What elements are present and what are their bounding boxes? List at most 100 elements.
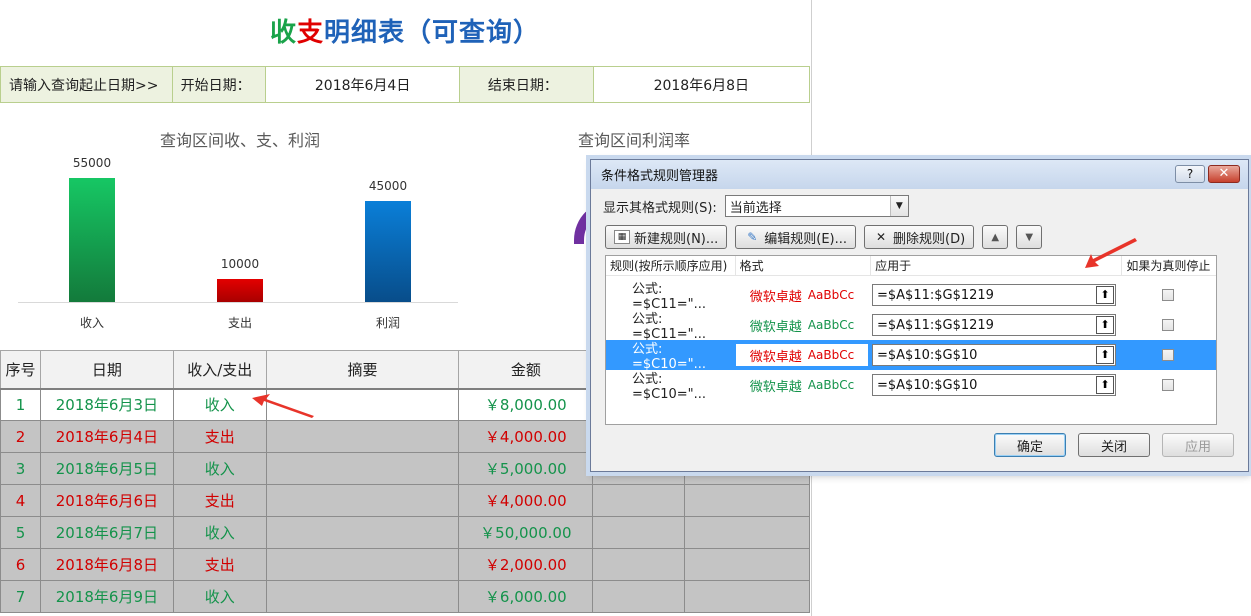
cell-amount[interactable]: ￥4,000.00 xyxy=(458,484,594,517)
col-rule: 规则(按所示顺序应用) xyxy=(606,256,736,275)
edit-rule-button[interactable]: ✎ 编辑规则(E)... xyxy=(735,225,857,249)
collapse-range-icon[interactable]: ⬆ xyxy=(1096,376,1114,394)
cell-no[interactable]: 2 xyxy=(0,420,41,453)
cell-summary[interactable] xyxy=(265,388,460,421)
rule-format-preview: 微软卓越 AaBbCc xyxy=(736,374,868,396)
cell-type[interactable]: 收入 xyxy=(172,580,267,613)
stop-if-true-checkbox[interactable] xyxy=(1162,319,1174,331)
title-part-income: 收 xyxy=(269,18,297,48)
move-up-button[interactable]: ▲ xyxy=(982,225,1009,249)
apply-button[interactable]: 应用 xyxy=(1162,433,1234,457)
rule-applies-input[interactable]: =$A$11:$G$1219 ⬆ xyxy=(872,314,1116,336)
cell-no[interactable]: 5 xyxy=(0,516,41,549)
cell-summary[interactable] xyxy=(265,452,460,485)
ok-button[interactable]: 确定 xyxy=(994,433,1066,457)
stop-if-true-checkbox[interactable] xyxy=(1162,379,1174,391)
rule-row[interactable]: 公式: =$C10="... 微软卓越 AaBbCc =$A$10:$G$10 ⬆ xyxy=(606,370,1216,402)
close-button[interactable]: 关闭 xyxy=(1078,433,1150,457)
cell-type[interactable]: 支出 xyxy=(172,420,267,453)
cell-type[interactable]: 收入 xyxy=(172,516,267,549)
cell-col6[interactable] xyxy=(592,484,686,517)
arrow-down-icon: ▼ xyxy=(1025,231,1034,243)
cell-amount[interactable]: ￥50,000.00 xyxy=(458,516,594,549)
stop-if-true-checkbox[interactable] xyxy=(1162,289,1174,301)
cell-no[interactable]: 6 xyxy=(0,548,41,581)
cell-date[interactable]: 2018年6月4日 xyxy=(39,420,174,453)
rule-applies-input[interactable]: =$A$11:$G$1219 ⬆ xyxy=(872,284,1116,306)
start-date-label: 开始日期： xyxy=(172,67,267,102)
rule-row[interactable]: 公式: =$C11="... 微软卓越 AaBbCc =$A$11:$G$1219 ⬆ xyxy=(606,280,1216,312)
cell-col6[interactable] xyxy=(592,548,686,581)
cell-col6[interactable] xyxy=(592,516,686,549)
collapse-range-icon[interactable]: ⬆ xyxy=(1096,316,1114,334)
col-applies: 应用于 xyxy=(871,256,1123,275)
cell-no[interactable]: 1 xyxy=(0,388,41,421)
cell-date[interactable]: 2018年6月9日 xyxy=(39,580,174,613)
cell-col6[interactable] xyxy=(592,580,686,613)
new-rule-icon: ▦ xyxy=(614,230,630,244)
show-rules-select[interactable]: 当前选择 ▼ xyxy=(724,195,909,217)
cell-no[interactable]: 3 xyxy=(0,452,41,485)
cell-summary[interactable] xyxy=(265,484,460,517)
cell-summary[interactable] xyxy=(265,548,460,581)
cell-no[interactable]: 7 xyxy=(0,580,41,613)
chevron-down-icon[interactable]: ▼ xyxy=(889,196,908,216)
rule-applies-input[interactable]: =$A$10:$G$10 ⬆ xyxy=(872,374,1116,396)
cell-type[interactable]: 收入 xyxy=(172,388,267,421)
delete-rule-button[interactable]: ✕ 删除规则(D) xyxy=(864,225,975,249)
chart-bar xyxy=(365,201,411,302)
cell-col7[interactable] xyxy=(684,580,810,613)
rule-applies-input[interactable]: =$A$10:$G$10 ⬆ xyxy=(872,344,1116,366)
rule-applies-value: =$A$11:$G$1219 xyxy=(877,317,994,333)
cell-col7[interactable] xyxy=(684,516,810,549)
table-row[interactable]: 5 2018年6月7日 收入 ￥50,000.00 xyxy=(0,516,810,549)
header-date: 日期 xyxy=(39,350,174,390)
rule-row[interactable]: 公式: =$C11="... 微软卓越 AaBbCc =$A$11:$G$1219 ⬆ xyxy=(606,310,1216,342)
rule-applies-value: =$A$10:$G$10 xyxy=(877,347,978,363)
cell-col7[interactable] xyxy=(684,548,810,581)
chart-title-income: 查询区间收、支、利润 xyxy=(160,131,321,150)
cell-amount[interactable]: ￥5,000.00 xyxy=(458,452,594,485)
cell-amount[interactable]: ￥6,000.00 xyxy=(458,580,594,613)
stop-if-true-checkbox[interactable] xyxy=(1162,349,1174,361)
new-rule-button[interactable]: ▦ 新建规则(N)... xyxy=(605,225,728,249)
cell-date[interactable]: 2018年6月5日 xyxy=(39,452,174,485)
delete-icon: ✕ xyxy=(876,230,887,244)
cell-type[interactable]: 支出 xyxy=(172,484,267,517)
col-stop: 如果为真则停止 xyxy=(1126,259,1211,273)
cell-amount[interactable]: ￥4,000.00 xyxy=(458,420,594,453)
close-icon[interactable]: ✕ xyxy=(1208,165,1240,183)
cell-type[interactable]: 收入 xyxy=(172,452,267,485)
chart-bar xyxy=(69,178,115,302)
end-date-cell[interactable]: 2018年6月8日 xyxy=(594,67,809,102)
move-down-button[interactable]: ▼ xyxy=(1016,225,1043,249)
cell-type[interactable]: 支出 xyxy=(172,548,267,581)
cell-date[interactable]: 2018年6月7日 xyxy=(39,516,174,549)
cell-summary[interactable] xyxy=(265,516,460,549)
rule-formula: 公式: =$C11="... xyxy=(632,282,707,312)
rule-preview-sample: AaBbCc xyxy=(807,348,855,362)
table-row[interactable]: 4 2018年6月6日 支出 ￥4,000.00 xyxy=(0,484,810,517)
rules-header: 规则(按所示顺序应用) 格式 应用于 如果为真则停止 xyxy=(606,256,1216,276)
start-date-cell[interactable]: 2018年6月4日 xyxy=(266,67,460,102)
cell-amount[interactable]: ￥8,000.00 xyxy=(458,388,594,421)
cell-summary[interactable] xyxy=(265,580,460,613)
table-row[interactable]: 7 2018年6月9日 收入 ￥6,000.00 xyxy=(0,580,810,613)
cell-date[interactable]: 2018年6月6日 xyxy=(39,484,174,517)
cell-date[interactable]: 2018年6月3日 xyxy=(39,388,174,421)
cell-no[interactable]: 4 xyxy=(0,484,41,517)
cell-date[interactable]: 2018年6月8日 xyxy=(39,548,174,581)
cell-summary[interactable] xyxy=(265,420,460,453)
rule-row[interactable]: 公式: =$C10="... 微软卓越 AaBbCc =$A$10:$G$10 ⬆ xyxy=(606,340,1216,372)
cell-amount[interactable]: ￥2,000.00 xyxy=(458,548,594,581)
collapse-range-icon[interactable]: ⬆ xyxy=(1096,346,1114,364)
rule-preview-sample: AaBbCc xyxy=(807,378,855,392)
collapse-range-icon[interactable]: ⬆ xyxy=(1096,286,1114,304)
table-row[interactable]: 6 2018年6月8日 支出 ￥2,000.00 xyxy=(0,548,810,581)
arrow-up-icon: ▲ xyxy=(991,231,1000,243)
edit-rule-icon: ✎ xyxy=(747,230,758,244)
chart-title-profit-rate: 查询区间利润率 xyxy=(578,131,691,150)
help-button[interactable]: ? xyxy=(1175,165,1205,183)
rule-formula: 公式: =$C11="... xyxy=(632,312,707,342)
cell-col7[interactable] xyxy=(684,484,810,517)
